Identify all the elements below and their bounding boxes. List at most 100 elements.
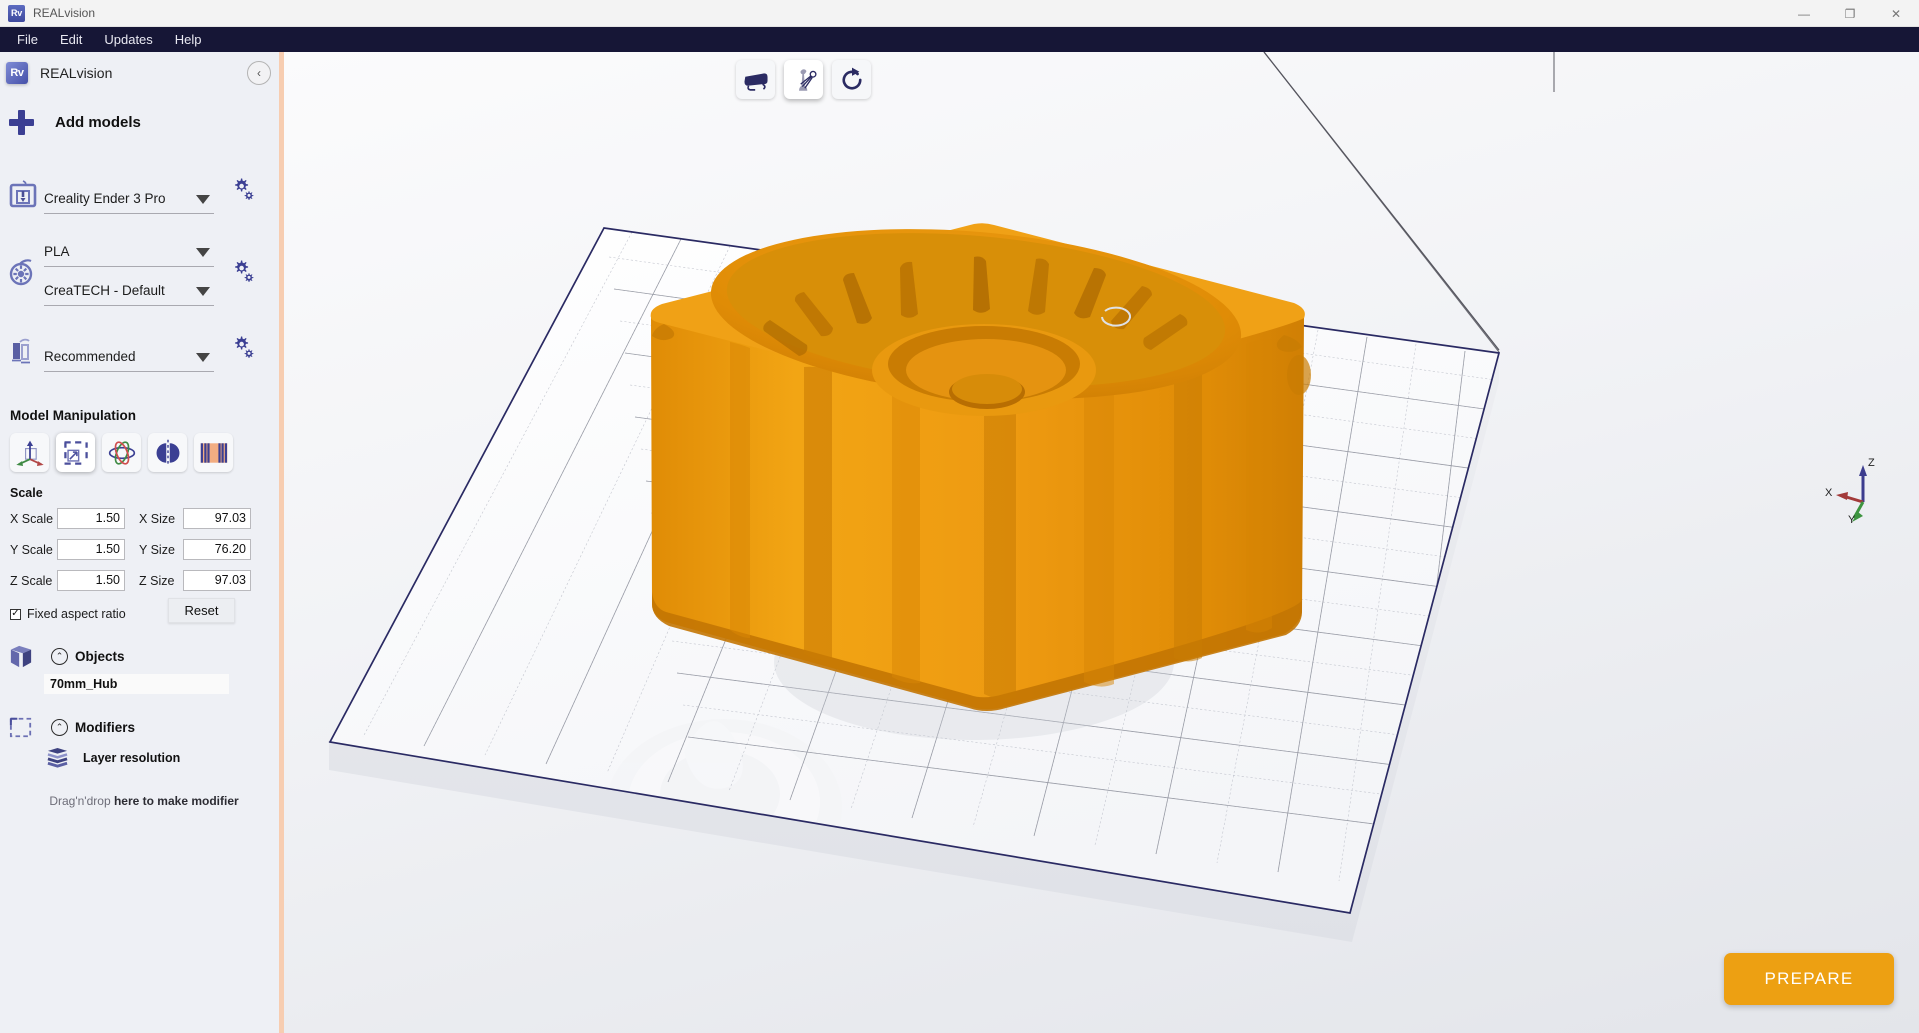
z-size-input[interactable]: 97.03 — [183, 570, 251, 591]
view-camera-button[interactable] — [736, 60, 775, 99]
support-selector-row: Recommended — [0, 326, 279, 372]
app-icon: Rv — [8, 4, 25, 22]
y-size-label: Y Size — [139, 542, 175, 557]
y-size-input[interactable]: 76.20 — [183, 539, 251, 560]
3d-viewport[interactable]: Z X Y PREPARE — [284, 52, 1919, 1033]
material-select-value: PLA — [44, 243, 70, 259]
printer-select[interactable]: Creality Ender 3 Pro — [44, 184, 214, 214]
dashed-box-icon — [9, 717, 32, 738]
dropzone-bold: here to make modifier — [113, 794, 239, 808]
axis-label-z: Z — [1868, 457, 1875, 469]
collapse-sidebar-button[interactable]: ‹ — [247, 61, 271, 85]
support-select-value: Recommended — [44, 349, 136, 364]
modifiers-section-header: ⌃ Modifiers — [0, 716, 279, 739]
profile-select[interactable]: CreaTECH - Default — [44, 276, 214, 306]
fixed-aspect-row: ✓ Fixed aspect ratio Reset — [0, 598, 279, 627]
axis-label-x: X — [1825, 487, 1833, 499]
menu-updates[interactable]: Updates — [93, 29, 163, 50]
model-manipulation-title: Model Manipulation — [10, 408, 136, 423]
lighting-perspective-icon — [798, 68, 817, 91]
object-list-item[interactable]: 70mm_Hub — [44, 674, 229, 694]
sidebar: Rv REALvision ‹ Add models Creality Ende… — [0, 52, 279, 1033]
sidebar-app-name: REALvision — [40, 65, 113, 81]
material-selector-block: PLA CreaTECH - Default — [0, 232, 279, 310]
support-selector-block: Recommended — [0, 326, 279, 372]
printer-settings-gear-icon[interactable] — [231, 176, 257, 202]
x-size-input[interactable]: 97.03 — [183, 508, 251, 529]
z-size-label: Z Size — [139, 573, 175, 588]
z-scale-input[interactable]: 1.50 — [57, 570, 125, 591]
reset-rotation-button[interactable] — [832, 60, 871, 99]
material-selector-row: PLA CreaTECH - Default — [0, 232, 279, 310]
scale-fields: X Scale 1.50 X Size 97.03 Y Scale 1.50 Y… — [0, 500, 279, 591]
x-scale-input[interactable]: 1.50 — [57, 508, 125, 529]
modifier-list-item[interactable]: Layer resolution — [46, 747, 279, 768]
support-settings-gear-icon[interactable] — [231, 334, 257, 360]
chevron-down-icon — [196, 286, 210, 296]
maximize-button[interactable]: ❐ — [1827, 0, 1873, 27]
printer-selector-block: Creality Ender 3 Pro — [0, 168, 279, 214]
modifier-dropzone[interactable]: Drag'n'drop here to make modifier — [44, 794, 244, 808]
printer-selector-row: Creality Ender 3 Pro — [0, 168, 279, 214]
modifiers-collapse-button[interactable]: ⌃ — [51, 719, 68, 736]
hub-side-hole — [1287, 355, 1311, 395]
chevron-down-icon — [196, 247, 210, 257]
objects-collapse-button[interactable]: ⌃ — [51, 648, 68, 665]
scale-row-y: Y Scale 1.50 Y Size 76.20 — [10, 539, 279, 560]
mirror-icon — [156, 439, 179, 466]
material-settings-gear-icon[interactable] — [231, 258, 257, 284]
rotate-icon — [108, 440, 135, 465]
lighting-perspective-button[interactable] — [784, 60, 823, 99]
y-scale-label: Y Scale — [10, 542, 53, 557]
close-button[interactable]: ✕ — [1873, 0, 1919, 27]
objects-label: Objects — [75, 649, 125, 664]
modifier-label: Layer resolution — [83, 750, 181, 765]
move-tool-button[interactable] — [10, 433, 49, 472]
filament-icon — [9, 259, 33, 286]
reset-button[interactable]: Reset — [168, 598, 235, 623]
scale-row-x: X Scale 1.50 X Size 97.03 — [10, 508, 279, 529]
model-manipulation-toolbar — [0, 423, 279, 472]
mirror-tool-button[interactable] — [148, 433, 187, 472]
dropzone-prefix: Drag'n'drop — [49, 794, 114, 808]
y-scale-input[interactable]: 1.50 — [57, 539, 125, 560]
realvision-logo-icon: Rv — [6, 62, 28, 84]
axis-label-y: Y — [1848, 514, 1856, 524]
printer-select-value: Creality Ender 3 Pro — [44, 191, 166, 206]
add-models-label: Add models — [55, 113, 141, 131]
rotate-tool-button[interactable] — [102, 433, 141, 472]
support-blocker-icon — [200, 442, 227, 463]
support-icon — [12, 338, 30, 364]
menu-help[interactable]: Help — [164, 29, 213, 50]
printer-icon — [9, 180, 37, 208]
scale-tool-button[interactable] — [56, 433, 95, 472]
support-select[interactable]: Recommended — [44, 342, 214, 372]
profile-select-value: CreaTECH - Default — [44, 282, 165, 298]
modifiers-label: Modifiers — [75, 720, 136, 735]
chevron-down-icon — [196, 195, 210, 204]
menu-file[interactable]: File — [6, 29, 49, 50]
view-camera-icon — [743, 72, 768, 91]
fixed-aspect-checkbox[interactable]: ✓ — [10, 608, 21, 620]
fixed-aspect-label: Fixed aspect ratio — [27, 607, 126, 621]
material-select[interactable]: PLA — [44, 237, 214, 267]
prepare-button[interactable]: PREPARE — [1724, 953, 1894, 1005]
x-size-label: X Size — [139, 511, 176, 526]
reset-rotation-icon — [841, 67, 862, 90]
layer-resolution-icon — [47, 747, 68, 768]
axis-orientation-gizmo: Z X Y — [1825, 457, 1875, 524]
chevron-down-icon — [196, 353, 210, 362]
add-models-button[interactable]: Add models — [0, 94, 279, 150]
title-bar: Rv REALvision — ❐ ✕ — [0, 0, 1919, 27]
move-axes-icon — [15, 440, 44, 466]
support-blocker-tool-button[interactable] — [194, 433, 233, 472]
menu-bar: File Edit Updates Help — [0, 27, 1919, 52]
minimize-button[interactable]: — — [1781, 0, 1827, 27]
window-title: REALvision — [33, 6, 96, 20]
cube-icon — [10, 645, 32, 668]
model-70mm-hub[interactable] — [650, 209, 1311, 711]
build-volume-scene — [328, 52, 1555, 942]
window-controls: — ❐ ✕ — [1781, 0, 1919, 27]
menu-edit[interactable]: Edit — [49, 29, 93, 50]
scale-row-z: Z Scale 1.50 Z Size 97.03 — [10, 570, 279, 591]
